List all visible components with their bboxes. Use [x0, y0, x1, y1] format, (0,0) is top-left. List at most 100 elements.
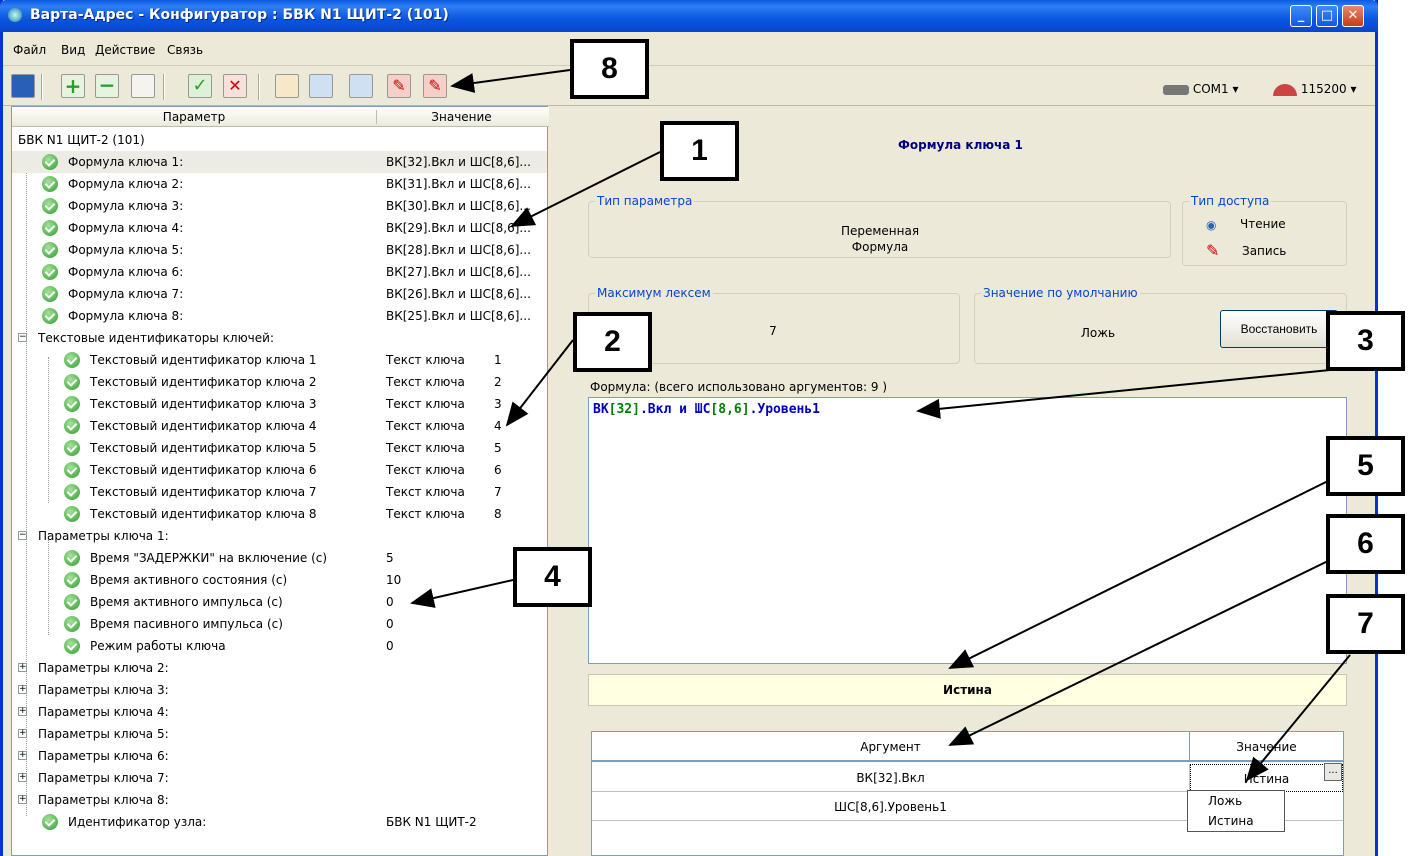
add-icon[interactable]: + [61, 74, 85, 98]
popup-item-false[interactable]: Ложь [1188, 791, 1284, 811]
tree-item-key1-param[interactable]: Время активного состояния (с) 10 [12, 569, 547, 591]
tree-item-text-id[interactable]: Текстовый идентификатор ключа 4 Текст клю… [12, 415, 547, 437]
value-dropdown-button[interactable]: ... [1324, 763, 1342, 781]
tree-group-collapsed[interactable]: + Параметры ключа 5: [12, 723, 547, 745]
tree-item-value: Текст ключа [386, 375, 465, 389]
param-column-header[interactable]: Параметр [12, 110, 376, 124]
table-row[interactable]: ШС[8,6].Уровень1 [592, 793, 1190, 821]
tree-group-collapsed[interactable]: + Параметры ключа 6: [12, 745, 547, 767]
parameter-tree[interactable]: Параметр Значение БВК N1 ЩИТ-2 (101) Фор… [11, 106, 549, 856]
expand-icon[interactable]: + [18, 685, 27, 694]
expand-icon[interactable]: + [18, 773, 27, 782]
expand-icon[interactable]: + [18, 751, 27, 760]
tree-item-key1-param[interactable]: Режим работы ключа 0 [12, 635, 547, 657]
tree-item-formula[interactable]: Формула ключа 2: ВК[31].Вкл и ШС[8,6]... [12, 173, 547, 195]
menu-action[interactable]: Действие [95, 43, 155, 57]
tree-item-node-id[interactable]: Идентификатор узла: БВК N1 ЩИТ-2 [12, 811, 547, 833]
tree-item-label: Формула ключа 8: [68, 309, 184, 323]
apply-icon[interactable]: ✓ [188, 74, 212, 98]
cancel-icon[interactable]: ✕ [223, 74, 247, 98]
tree-group-collapsed[interactable]: + Параметры ключа 8: [12, 789, 547, 811]
callout-4: 4 [513, 547, 592, 607]
arg-value-cell[interactable]: Истина [1190, 764, 1343, 792]
tree-item-label: Текстовый идентификатор ключа 6 [90, 463, 317, 477]
tree-item-key1-param[interactable]: Время активного импульса (с) 0 [12, 591, 547, 613]
tree-item-label: Параметры ключа 2: [38, 661, 169, 675]
collapse-icon[interactable]: − [18, 333, 27, 342]
write-all-icon[interactable]: ✎ [423, 74, 447, 98]
save-icon[interactable] [11, 74, 35, 98]
callout-1: 1 [660, 121, 739, 181]
tree-item-formula[interactable]: Формула ключа 5: ВК[28].Вкл и ШС[8,6]... [12, 239, 547, 261]
tree-item-value: 0 [386, 617, 394, 631]
remove-icon[interactable]: − [95, 74, 119, 98]
tree-item-formula[interactable]: Формула ключа 8: ВК[25].Вкл и ШС[8,6]... [12, 305, 547, 327]
tree-item-label: Параметры ключа 3: [38, 683, 169, 697]
tree-item-label: Текстовый идентификатор ключа 1 [90, 353, 317, 367]
menu-connection[interactable]: Связь [167, 43, 203, 57]
tree-item-label: Параметры ключа 8: [38, 793, 169, 807]
argument-column-header[interactable]: Аргумент [592, 732, 1190, 762]
speed-select[interactable]: 115200 ▾ [1273, 82, 1356, 96]
write-icon[interactable]: ✎ [387, 74, 411, 98]
callout-6: 6 [1326, 514, 1405, 574]
tree-item-value: ВК[31].Вкл и ШС[8,6]... [386, 177, 531, 191]
tree-item-label: Режим работы ключа [90, 639, 226, 653]
tree-item-text-id[interactable]: Текстовый идентификатор ключа 6 Текст клю… [12, 459, 547, 481]
read-all-icon[interactable] [349, 74, 373, 98]
expand-icon[interactable]: + [18, 663, 27, 672]
tree-item-text-id[interactable]: Текстовый идентификатор ключа 3 Текст клю… [12, 393, 547, 415]
expand-icon[interactable]: + [18, 795, 27, 804]
popup-item-true[interactable]: Истина [1188, 811, 1284, 831]
tree-item-formula[interactable]: Формула ключа 1: ВК[32].Вкл и ШС[8,6]... [12, 151, 547, 173]
arg-value-column-header[interactable]: Значение [1190, 732, 1343, 762]
transfer-icon[interactable] [275, 74, 299, 98]
tree-group-collapsed[interactable]: + Параметры ключа 4: [12, 701, 547, 723]
tree-group-collapsed[interactable]: + Параметры ключа 3: [12, 679, 547, 701]
expand-icon[interactable]: + [18, 707, 27, 716]
tree-item-text-id[interactable]: Текстовый идентификатор ключа 1 Текст клю… [12, 349, 547, 371]
tree-group-text-ids[interactable]: − Текстовые идентификаторы ключей: [12, 327, 547, 349]
close-button[interactable]: ✕ [1342, 5, 1364, 27]
collapse-icon[interactable]: − [18, 531, 27, 540]
port-icon [1163, 84, 1189, 95]
tree-item-label: Текстовый идентификатор ключа 5 [90, 441, 317, 455]
tree-item-formula[interactable]: Формула ключа 4: ВК[29].Вкл и ШС[8,6]... [12, 217, 547, 239]
tree-item-text-id[interactable]: Текстовый идентификатор ключа 7 Текст клю… [12, 481, 547, 503]
tree-group-collapsed[interactable]: + Параметры ключа 7: [12, 767, 547, 789]
table-row[interactable]: ВК[32].Вкл [592, 764, 1190, 792]
check-icon [64, 484, 80, 500]
tree-item-text-id[interactable]: Текстовый идентификатор ключа 2 Текст клю… [12, 371, 547, 393]
menu-view[interactable]: Вид [61, 43, 85, 57]
port-select[interactable]: COM1 ▾ [1163, 82, 1238, 96]
tree-item-formula[interactable]: Формула ключа 3: ВК[30].Вкл и ШС[8,6]... [12, 195, 547, 217]
callout-3: 3 [1326, 311, 1405, 371]
menu-file[interactable]: Файл [13, 43, 46, 57]
check-icon [64, 572, 80, 588]
tree-item-value: Текст ключа [386, 441, 465, 455]
maximize-button[interactable]: □ [1316, 5, 1338, 27]
tree-item-text-id[interactable]: Текстовый идентификатор ключа 8 Текст клю… [12, 503, 547, 525]
tree-item-text-id[interactable]: Текстовый идентификатор ключа 5 Текст клю… [12, 437, 547, 459]
restore-button[interactable]: Восстановить [1220, 310, 1338, 348]
tree-item-label: Параметры ключа 1: [38, 529, 169, 543]
read-icon[interactable] [309, 74, 333, 98]
tree-item-key1-param[interactable]: Время "ЗАДЕРЖКИ" на включение (с) 5 [12, 547, 547, 569]
tree-item-value: Текст ключа [386, 353, 465, 367]
tree-item-formula[interactable]: Формула ключа 7: ВК[26].Вкл и ШС[8,6]... [12, 283, 547, 305]
expand-icon[interactable]: + [18, 729, 27, 738]
tree-item-number: 4 [494, 419, 502, 433]
tree-item-key1-param[interactable]: Время пасивного импульса (с) 0 [12, 613, 547, 635]
value-column-header[interactable]: Значение [376, 110, 546, 124]
value-popup-menu: Ложь Истина [1187, 790, 1285, 832]
tree-group-collapsed[interactable]: + Параметры ключа 2: [12, 657, 547, 679]
detail-title: Формула ключа 1 [898, 138, 1023, 152]
tree-group-key1[interactable]: − Параметры ключа 1: [12, 525, 547, 547]
formula-editor[interactable]: ВК[32].Вкл и ШС[8,6].Уровень1 [588, 397, 1347, 664]
tree-item-formula[interactable]: Формула ключа 6: ВК[27].Вкл и ШС[8,6]... [12, 261, 547, 283]
tree-item-label: Идентификатор узла: [68, 815, 207, 829]
tree-root[interactable]: БВК N1 ЩИТ-2 (101) [12, 129, 547, 151]
minimize-button[interactable]: _ [1290, 5, 1312, 27]
title-bar[interactable]: Варта-Адрес - Конфигуратор : БВК N1 ЩИТ-… [0, 0, 1378, 32]
properties-icon[interactable] [131, 74, 155, 98]
